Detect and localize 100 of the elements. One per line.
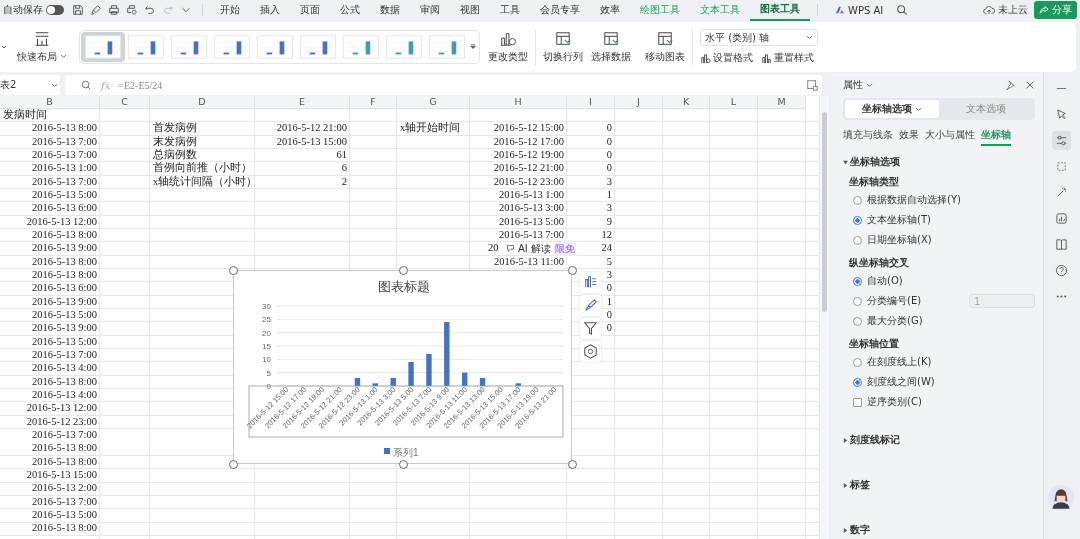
chart-style-thumbnail[interactable] (83, 34, 123, 60)
radio-button[interactable] (853, 276, 862, 286)
ai-explain-button[interactable]: AI 解读 限免 (504, 242, 578, 255)
change-type-button[interactable]: 更改类型 (484, 30, 532, 64)
column-header[interactable]: F (350, 96, 397, 109)
radio-button[interactable] (853, 316, 862, 326)
settings-icon[interactable] (580, 341, 601, 362)
bar[interactable] (444, 322, 450, 386)
radio-button[interactable] (853, 235, 862, 245)
chart-element-dropdown[interactable]: 水平 (类别) 轴 (700, 29, 818, 46)
column-header[interactable]: H (470, 96, 567, 109)
menu-tab[interactable]: 开始 (210, 0, 250, 20)
resize-handle[interactable] (568, 460, 577, 469)
bar[interactable] (408, 362, 414, 386)
avatar[interactable] (1048, 485, 1074, 511)
name-box[interactable]: 表2 (0, 75, 60, 95)
bar[interactable] (479, 378, 486, 386)
radio-button[interactable] (853, 215, 862, 225)
settings-sliders-icon[interactable] (1051, 131, 1071, 150)
ai-tab[interactable]: WPS AI (825, 1, 894, 19)
menu-tab[interactable]: 公式 (330, 0, 370, 20)
bar[interactable] (515, 383, 521, 386)
brush-icon[interactable] (580, 295, 601, 316)
menu-tab[interactable]: 插入 (250, 0, 290, 20)
panel-subtab[interactable]: 填充与线条 (843, 128, 893, 146)
menu-tab[interactable]: 数据 (370, 0, 410, 20)
column-header[interactable]: G (397, 96, 470, 109)
ribbon-button[interactable]: 移动图表 (641, 30, 689, 64)
share-button[interactable]: 分享 (1034, 1, 1077, 19)
section-header[interactable]: 坐标轴选项 (843, 155, 1035, 169)
bar[interactable] (426, 354, 432, 386)
expand-formula-icon[interactable] (807, 79, 818, 91)
resize-handle[interactable] (229, 266, 238, 275)
close-icon[interactable] (1025, 80, 1035, 90)
panel-subtab[interactable]: 大小与属性 (925, 128, 975, 146)
chart-elements-icon[interactable] (580, 272, 601, 293)
scrollbar[interactable] (819, 96, 829, 539)
column-header[interactable]: B (0, 96, 100, 109)
format-selection-button[interactable]: 设置格式 (700, 51, 753, 65)
bar[interactable] (354, 378, 361, 386)
print-preview-icon[interactable] (126, 4, 138, 16)
menu-tab[interactable]: 会员专享 (530, 0, 590, 20)
formula-field[interactable]: fx =E2-E5/24 (65, 75, 822, 95)
radio-button[interactable] (853, 357, 862, 367)
column-header[interactable]: M (758, 96, 806, 109)
search-icon[interactable] (896, 4, 909, 16)
resize-handle[interactable] (568, 266, 577, 275)
quick-layout-button[interactable]: 快速布局 (13, 30, 71, 64)
menu-tab[interactable]: 视图 (450, 0, 490, 20)
chart-style-thumbnail[interactable] (341, 34, 381, 60)
chart-area[interactable] (233, 270, 572, 464)
panel-subtab[interactable]: 效果 (899, 128, 919, 146)
column-header[interactable]: L (710, 96, 758, 109)
chart-style-thumbnail[interactable] (427, 34, 467, 60)
resize-handle[interactable] (229, 460, 238, 469)
cloud-status[interactable]: 未上云 (983, 3, 1028, 17)
chart-style-thumbnail[interactable] (169, 34, 209, 60)
chart-style-thumbnail[interactable] (126, 34, 166, 60)
reset-style-button[interactable]: 重置样式 (761, 51, 814, 65)
section-header[interactable]: 数字 (843, 523, 1035, 537)
save-icon[interactable] (72, 4, 84, 16)
radio-button[interactable] (853, 377, 862, 387)
column-header[interactable]: E (255, 96, 350, 109)
menu-tab[interactable]: 效率 (590, 0, 630, 20)
resize-handle[interactable] (399, 266, 408, 275)
section-header[interactable]: 标签 (843, 478, 1035, 492)
undo-icon[interactable] (144, 4, 156, 16)
column-header[interactable]: K (663, 96, 710, 109)
caret-icon[interactable] (1, 44, 7, 50)
column-header[interactable]: J (615, 96, 663, 109)
panel-title[interactable]: 属性 (843, 78, 873, 92)
radio-button[interactable] (853, 296, 862, 306)
menu-tab[interactable]: 审阅 (410, 0, 450, 20)
chart-style-thumbnail[interactable] (255, 34, 295, 60)
checkbox[interactable] (853, 397, 862, 407)
column-header[interactable]: C (100, 96, 150, 109)
axis-selection-box[interactable] (248, 385, 564, 438)
panel-tab[interactable]: 坐标轴选项 (845, 100, 939, 118)
chart-style-thumbnail[interactable] (212, 34, 252, 60)
print-icon[interactable] (108, 4, 120, 16)
chart-style-thumbnail[interactable] (298, 34, 338, 60)
expand-icon[interactable] (470, 44, 476, 50)
menu-tab[interactable]: 工具 (490, 0, 530, 20)
zoom-icon[interactable] (81, 80, 91, 90)
brush-icon[interactable] (90, 4, 102, 16)
chart-style-thumbnail[interactable] (384, 34, 424, 60)
section-header[interactable]: 刻度线标记 (843, 433, 1035, 447)
bar[interactable] (390, 378, 396, 386)
bar[interactable] (462, 372, 468, 386)
column-header[interactable]: D (150, 96, 255, 109)
resize-handle[interactable] (399, 460, 408, 469)
menu-tab[interactable]: 页面 (290, 0, 330, 20)
column-header[interactable]: I (567, 96, 615, 109)
radio-button[interactable] (853, 195, 862, 205)
bar[interactable] (372, 383, 378, 386)
ribbon-button[interactable]: 切换行列 (539, 30, 587, 64)
pin-icon[interactable] (1005, 80, 1015, 90)
filter-icon[interactable] (580, 318, 601, 339)
autosave-toggle[interactable] (46, 5, 64, 15)
ribbon-button[interactable]: 选择数据 (587, 30, 635, 64)
